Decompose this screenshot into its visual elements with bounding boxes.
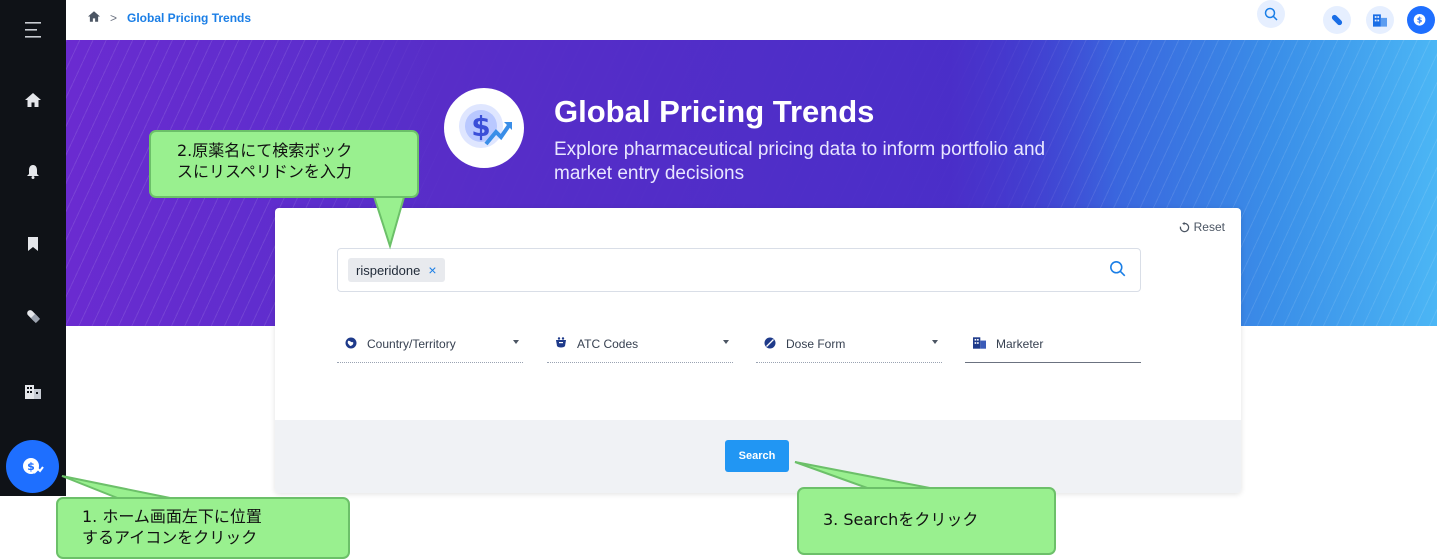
- callout-text: 3. Searchをクリック: [823, 510, 979, 529]
- callout-step-3: 3. Searchをクリック: [797, 487, 1056, 555]
- breadcrumb-separator: >: [110, 11, 118, 25]
- bookmark-icon[interactable]: [0, 226, 66, 262]
- search-icon[interactable]: [1257, 0, 1285, 28]
- filter-label: Dose Form: [786, 337, 846, 351]
- menu-icon[interactable]: [0, 12, 66, 48]
- pricing-trends-logo-icon: $: [444, 88, 524, 168]
- svg-text:$: $: [471, 110, 490, 143]
- search-chip: risperidone ×: [348, 258, 445, 282]
- search-input[interactable]: risperidone ×: [337, 248, 1141, 292]
- pricing-trends-icon[interactable]: $: [6, 440, 59, 493]
- svg-text:$: $: [27, 460, 35, 473]
- building-icon[interactable]: [0, 374, 66, 410]
- page-title: Global Pricing Trends: [554, 94, 875, 129]
- callout-text: スにリスペリドンを入力: [177, 162, 352, 181]
- country-territory-select[interactable]: Country/Territory: [337, 326, 523, 363]
- page-subtitle: Explore pharmaceutical pricing data to i…: [554, 139, 1046, 184]
- callout-step-1: 1. ホーム画面左下に位置 するアイコンをクリック: [56, 497, 350, 559]
- bell-icon[interactable]: [0, 154, 66, 190]
- globe-icon: [345, 337, 357, 352]
- callout-text: するアイコンをクリック: [82, 528, 258, 547]
- chevron-down-icon: [723, 340, 729, 344]
- building-icon[interactable]: [1366, 6, 1394, 34]
- top-bar: > Global Pricing Trends $: [66, 0, 1437, 40]
- search-card: Reset risperidone × Country/Territory AT…: [275, 208, 1241, 493]
- chevron-down-icon: [513, 340, 519, 344]
- pill-icon: [764, 337, 776, 352]
- sidebar: $: [0, 0, 66, 496]
- search-button[interactable]: Search: [725, 440, 789, 472]
- callout-step-2: 2.原薬名にて検索ボック スにリスペリドンを入力: [149, 130, 419, 198]
- building-icon: [973, 336, 986, 352]
- callout-text: 1. ホーム画面左下に位置: [82, 507, 262, 526]
- callout-1-pointer: [61, 475, 176, 500]
- breadcrumb: > Global Pricing Trends: [88, 11, 251, 25]
- chevron-down-icon: [932, 340, 938, 344]
- filter-label: ATC Codes: [577, 337, 639, 351]
- home-icon[interactable]: [88, 11, 100, 25]
- chip-label: risperidone: [356, 262, 421, 278]
- svg-text:$: $: [1417, 15, 1423, 24]
- atc-codes-select[interactable]: ATC Codes: [547, 326, 733, 363]
- home-icon[interactable]: [0, 82, 66, 118]
- pricing-trends-icon[interactable]: $: [1407, 6, 1435, 34]
- marketer-input[interactable]: Marketer: [965, 326, 1141, 363]
- filter-label: Country/Territory: [367, 337, 456, 351]
- filter-label: Marketer: [996, 337, 1044, 351]
- breadcrumb-current: Global Pricing Trends: [127, 11, 252, 25]
- callout-text: 2.原薬名にて検索ボック: [177, 141, 353, 160]
- pill-icon[interactable]: [1323, 6, 1351, 34]
- reset-button[interactable]: Reset: [1179, 220, 1225, 234]
- chip-remove-button[interactable]: ×: [428, 262, 436, 278]
- search-icon[interactable]: [1109, 260, 1126, 282]
- pill-icon[interactable]: [0, 298, 66, 334]
- reset-label: Reset: [1193, 220, 1225, 234]
- atc-icon: [555, 336, 567, 352]
- dose-form-select[interactable]: Dose Form: [756, 326, 942, 363]
